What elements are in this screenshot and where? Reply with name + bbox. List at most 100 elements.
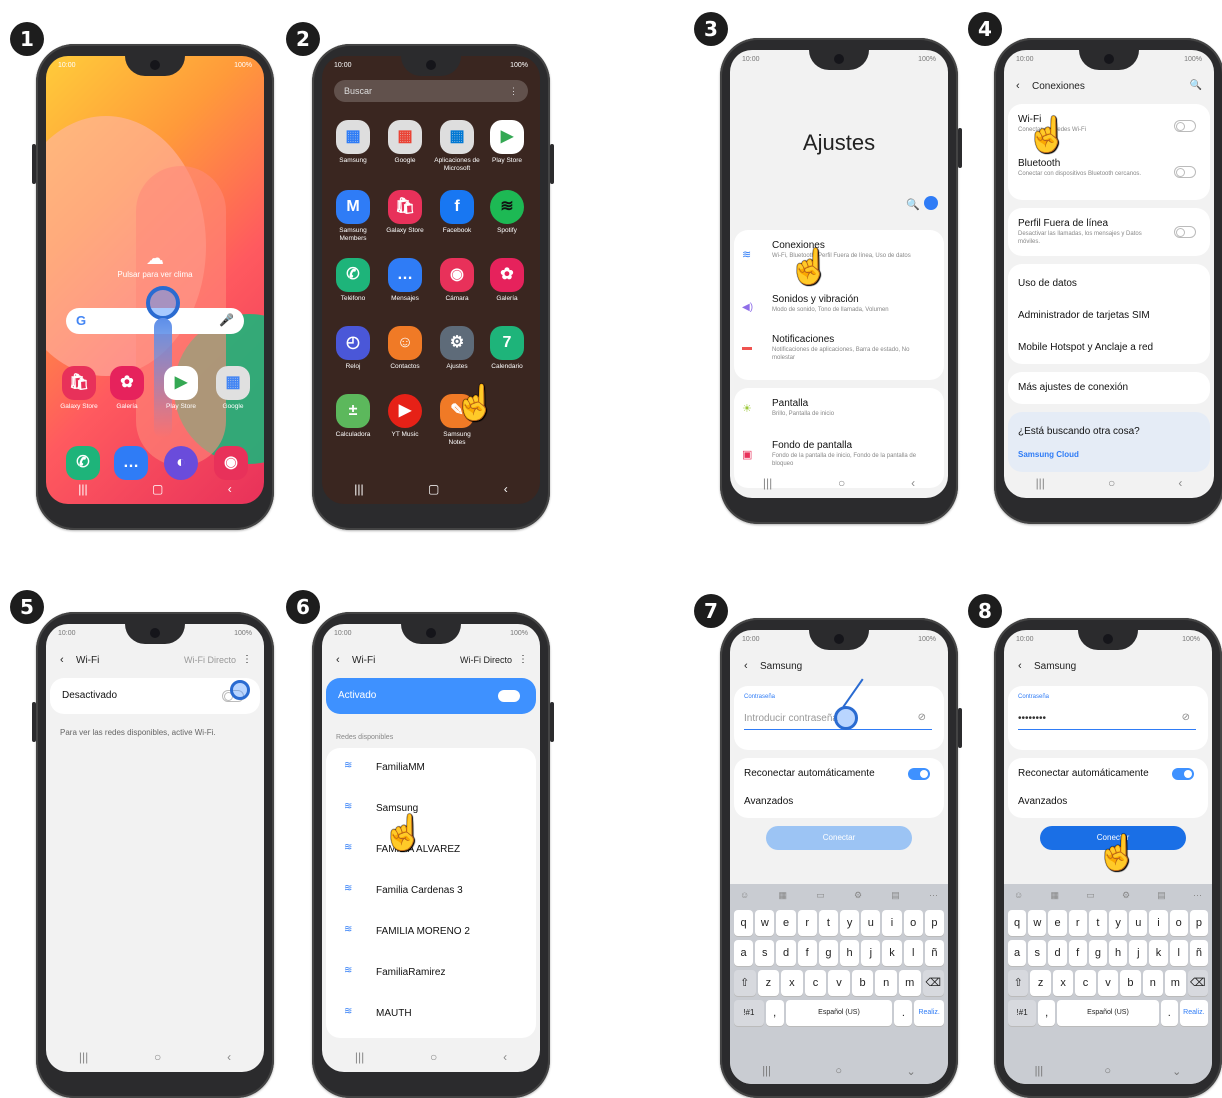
app-play-store[interactable]: ▶ Play Store [484, 120, 530, 165]
key[interactable]: i [1149, 910, 1168, 936]
wifi-toggle[interactable] [1174, 120, 1196, 132]
key[interactable]: a [1008, 940, 1027, 966]
key[interactable]: r [797, 910, 817, 936]
app-galeria[interactable]: ✿ Galería [484, 258, 530, 303]
key[interactable]: o [903, 910, 923, 936]
backspace-key[interactable]: ⌫ [1187, 970, 1208, 996]
recents-icon[interactable]: ||| [1036, 476, 1045, 490]
back-icon[interactable]: ‹ [228, 482, 232, 496]
eye-hidden-icon[interactable]: ⊘ [918, 712, 926, 723]
key[interactable]: o [1169, 910, 1188, 936]
app-galaxy-store[interactable]: 🛍 Galaxy Store [56, 366, 102, 411]
key[interactable]: h [1109, 940, 1128, 966]
bluetooth-row[interactable]: Bluetooth Conectar con dispositivos Bluet… [1018, 158, 1160, 179]
comma-key[interactable]: , [765, 1000, 784, 1026]
back-arrow-icon[interactable]: ‹ [60, 654, 64, 666]
more-options-icon[interactable]: ⋮ [242, 654, 252, 665]
advanced-row[interactable]: Avanzados [744, 796, 793, 807]
key[interactable]: e [1048, 910, 1067, 936]
back-icon[interactable]: ‹ [1178, 476, 1182, 490]
app-calendario[interactable]: 7 Calendario [484, 326, 530, 371]
settings-item-sonidos[interactable]: Sonidos y vibración Modo de sonido, Tono … [772, 294, 930, 315]
key[interactable]: x [1052, 970, 1074, 996]
network-row[interactable]: ≋ Samsung [326, 789, 536, 829]
app-contactos[interactable]: ☺ Contactos [382, 326, 428, 371]
key[interactable]: u [1129, 910, 1148, 936]
back-icon[interactable]: ‹ [504, 482, 508, 496]
reconnect-toggle[interactable] [1172, 768, 1194, 780]
wifi-direct-link[interactable]: Wi-Fi Directo [460, 655, 512, 665]
period-key[interactable]: . [1160, 1000, 1178, 1026]
app-galeria[interactable]: ✿ Galería [104, 366, 150, 411]
back-arrow-icon[interactable]: ‹ [1016, 80, 1020, 92]
key[interactable]: c [804, 970, 827, 996]
home-icon[interactable]: ○ [835, 1065, 842, 1077]
key[interactable]: d [1048, 940, 1067, 966]
data-usage-row[interactable]: Uso de datos [1018, 278, 1077, 289]
recents-icon[interactable]: ||| [762, 1065, 771, 1077]
back-arrow-icon[interactable]: ‹ [336, 654, 340, 666]
home-icon[interactable]: ○ [1104, 1065, 1111, 1077]
shift-key[interactable]: ⇧ [734, 970, 756, 996]
more-options-icon[interactable]: ⋮ [518, 654, 528, 665]
key[interactable]: x [781, 970, 803, 996]
recents-icon[interactable]: ||| [354, 482, 363, 496]
network-row[interactable]: ≋ MAUTH [326, 994, 536, 1034]
app-members[interactable]: M Samsung Members [330, 190, 376, 243]
period-key[interactable]: . [894, 1000, 913, 1026]
key[interactable]: a [734, 940, 754, 966]
samsung-cloud-link[interactable]: Samsung Cloud [1018, 450, 1079, 459]
key[interactable]: m [898, 970, 921, 996]
key[interactable]: ñ [1189, 940, 1209, 966]
key[interactable]: v [828, 970, 850, 996]
password-field[interactable]: •••••••• [1018, 708, 1196, 730]
done-key[interactable]: Realiz. [914, 1000, 944, 1026]
key[interactable]: n [875, 970, 897, 996]
recents-icon[interactable]: ||| [78, 482, 87, 496]
key[interactable]: z [757, 970, 780, 996]
key[interactable]: l [1169, 940, 1188, 966]
key[interactable]: m [1165, 970, 1186, 996]
back-icon[interactable]: ‹ [227, 1050, 231, 1064]
key[interactable]: k [1149, 940, 1168, 966]
app-galaxy-store[interactable]: 🛍 Galaxy Store [382, 190, 428, 235]
offline-row[interactable]: Perfil Fuera de línea Desactivar las llam… [1018, 218, 1160, 247]
sim-manager-row[interactable]: Administrador de tarjetas SIM [1018, 310, 1150, 321]
shift-key[interactable]: ⇧ [1008, 970, 1029, 996]
home-icon[interactable]: ○ [430, 1050, 437, 1064]
account-icon[interactable] [924, 196, 938, 210]
settings-item-notificaciones[interactable]: Notificaciones Notificaciones de aplicaci… [772, 334, 930, 363]
backspace-key[interactable]: ⌫ [922, 970, 945, 996]
key[interactable]: y [1109, 910, 1128, 936]
back-icon[interactable]: ‹ [911, 476, 915, 490]
key[interactable]: j [861, 940, 881, 966]
home-icon[interactable]: ▢ [428, 482, 439, 496]
key[interactable]: t [818, 910, 839, 936]
key[interactable]: g [818, 940, 839, 966]
key[interactable]: s [755, 940, 775, 966]
app-ajustes[interactable]: ⚙ Ajustes [434, 326, 480, 371]
app-samsung[interactable]: ▦ Samsung [330, 120, 376, 165]
app-spotify[interactable]: ≋ Spotify [484, 190, 530, 235]
app-google-folder[interactable]: ▦ Google [210, 366, 256, 411]
settings-item-pantalla[interactable]: Pantalla Brillo, Pantalla de inicio [772, 398, 930, 419]
search-icon[interactable]: 🔍 [906, 198, 920, 211]
search-icon[interactable]: 🔍 [1190, 80, 1202, 91]
key[interactable]: q [1008, 910, 1027, 936]
network-row[interactable]: ≋ FamiliaRamirez [326, 953, 536, 993]
comma-key[interactable]: , [1038, 1000, 1056, 1026]
wifi-direct-link[interactable]: Wi-Fi Directo [184, 655, 236, 665]
app-calculadora[interactable]: ± Calculadora [330, 394, 376, 439]
key[interactable]: w [755, 910, 775, 936]
key[interactable]: j [1129, 940, 1148, 966]
network-row[interactable]: ≋ FAMILIA ALVAREZ [326, 830, 536, 870]
hide-keyboard-icon[interactable]: ⌄ [1172, 1065, 1181, 1078]
space-key[interactable]: Español (US) [785, 1000, 893, 1026]
key[interactable]: s [1028, 940, 1047, 966]
app-microsoft[interactable]: ▦ Aplicaciones de Microsoft [434, 120, 480, 173]
recents-icon[interactable]: ||| [1035, 1065, 1044, 1077]
app-camara[interactable]: ◉ Cámara [434, 258, 480, 303]
key[interactable]: f [1068, 940, 1087, 966]
app-search-bar[interactable]: Buscar ⋮ [334, 80, 528, 102]
key[interactable]: b [851, 970, 874, 996]
